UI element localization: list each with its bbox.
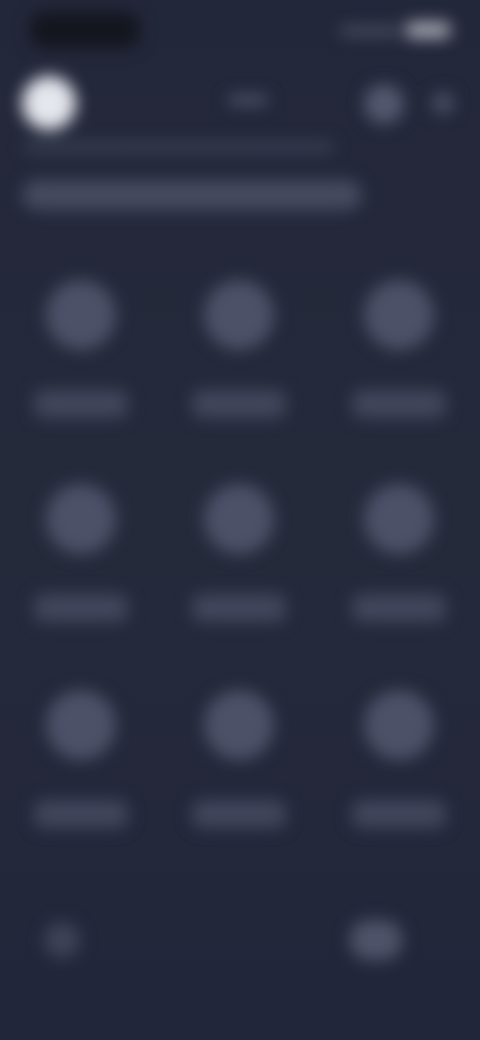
header-action-icon[interactable] (364, 84, 404, 124)
bottom-bar (0, 900, 480, 980)
grid-tile[interactable] (184, 270, 294, 450)
tile-label (352, 800, 446, 828)
app-icon (364, 280, 434, 350)
app-icon (204, 484, 274, 554)
status-bar (0, 0, 480, 60)
header (0, 70, 480, 140)
grid-tile[interactable] (26, 270, 136, 450)
header-menu-icon[interactable] (432, 92, 454, 114)
header-title-placeholder (228, 96, 268, 104)
app-screen (0, 0, 480, 1040)
app-icon (46, 484, 116, 554)
status-indicators (340, 20, 450, 40)
grid-tile[interactable] (344, 680, 454, 860)
signal-icon (340, 28, 400, 34)
avatar[interactable] (22, 76, 76, 130)
tile-label (352, 594, 446, 622)
grid-tile[interactable] (26, 474, 136, 654)
app-icon (364, 690, 434, 760)
nav-left-icon[interactable] (44, 922, 80, 958)
status-time-area (30, 12, 140, 48)
grid-tile[interactable] (26, 680, 136, 860)
app-icon (364, 484, 434, 554)
battery-icon (406, 22, 450, 38)
tile-label (192, 594, 286, 622)
tile-label (34, 390, 128, 418)
app-icon (204, 690, 274, 760)
app-grid (0, 260, 480, 860)
grid-tile[interactable] (344, 270, 454, 450)
search-bar[interactable] (22, 180, 362, 210)
app-icon (46, 280, 116, 350)
subtitle-placeholder (24, 142, 334, 152)
app-icon (204, 280, 274, 350)
tile-label (352, 390, 446, 418)
grid-tile[interactable] (344, 474, 454, 654)
tile-label (34, 800, 128, 828)
tile-label (192, 390, 286, 418)
blurred-content-layer (0, 0, 480, 1040)
nav-right-icon[interactable] (350, 920, 402, 960)
app-icon (46, 690, 116, 760)
tile-label (192, 800, 286, 828)
grid-tile[interactable] (184, 474, 294, 654)
grid-tile[interactable] (184, 680, 294, 860)
tile-label (34, 594, 128, 622)
